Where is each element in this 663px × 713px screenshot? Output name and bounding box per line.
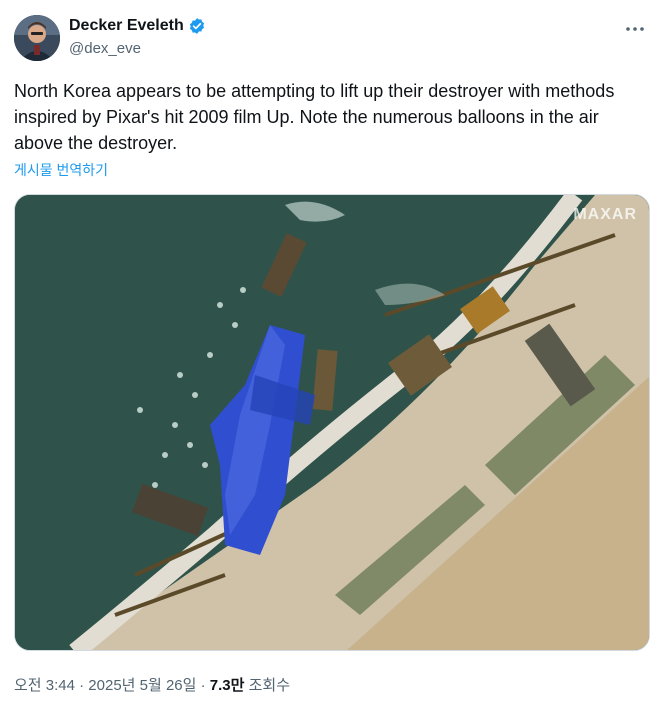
- tweet-meta: 오전 3:44 · 2025년 5월 26일 · 7.3만 조회수: [14, 674, 290, 695]
- more-horizontal-icon[interactable]: [621, 17, 649, 41]
- tweet-header: Decker Eveleth @dex_eve: [14, 15, 649, 61]
- verified-badge-icon[interactable]: [188, 17, 206, 35]
- author-block: Decker Eveleth @dex_eve: [69, 15, 206, 59]
- translate-link[interactable]: 게시물 번역하기: [14, 160, 108, 180]
- views-count: 7.3만: [209, 677, 245, 694]
- timestamp[interactable]: 오전 3:44 · 2025년 5월 26일 ·: [14, 677, 210, 694]
- views-label: 조회수: [244, 677, 290, 694]
- tweet-text: North Korea appears to be attempting to …: [14, 81, 615, 153]
- avatar[interactable]: [14, 15, 60, 61]
- author-name-row[interactable]: Decker Eveleth: [69, 15, 206, 37]
- display-name[interactable]: Decker Eveleth: [69, 15, 184, 37]
- tweet-media-image[interactable]: MAXAR: [14, 194, 650, 651]
- handle[interactable]: @dex_eve: [69, 39, 206, 59]
- watermark: MAXAR: [573, 206, 637, 223]
